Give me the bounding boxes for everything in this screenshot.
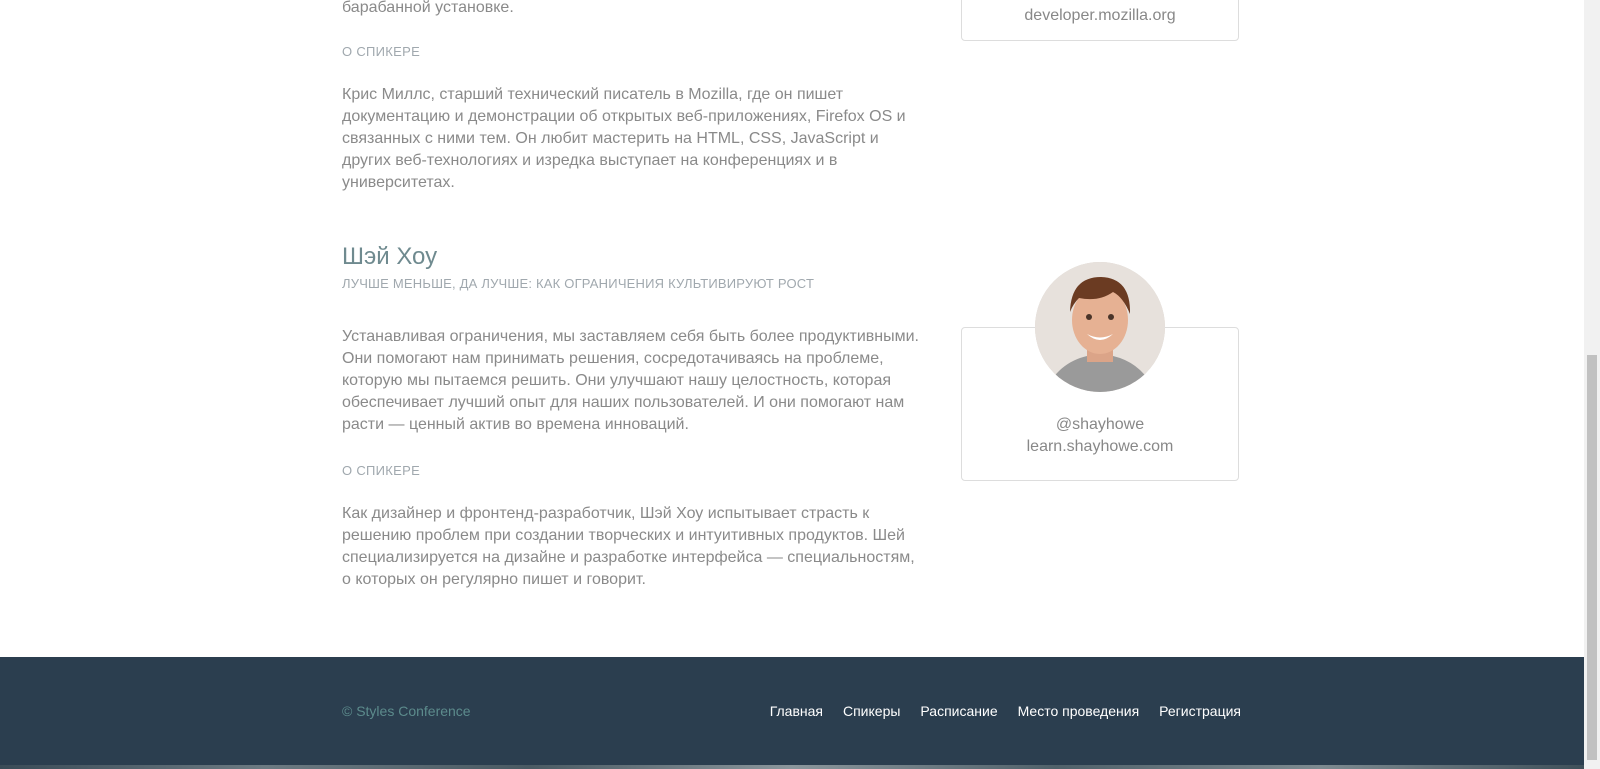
footer-nav-speakers[interactable]: Спикеры — [843, 703, 900, 719]
speaker2-header: Шэй Хоу ЛУЧШЕ МЕНЬШЕ, ДА ЛУЧШЕ: КАК ОГРА… — [342, 243, 922, 295]
speaker-photo-icon — [1035, 262, 1165, 392]
speaker2-site-link[interactable]: learn.shayhowe.com — [962, 436, 1238, 458]
speaker2-talk-title: ЛУЧШЕ МЕНЬШЕ, ДА ЛУЧШЕ: КАК ОГРАНИЧЕНИЯ … — [342, 276, 815, 291]
speaker1-about-label: О СПИКЕРЕ — [342, 44, 421, 59]
footer-nav-schedule[interactable]: Расписание — [920, 703, 997, 719]
speaker1-about: Крис Миллс, старший технический писатель… — [342, 84, 922, 194]
speaker2-name: Шэй Хоу — [342, 243, 438, 270]
scrollbar-thumb[interactable] — [1587, 355, 1597, 760]
footer-nav: Главная Спикеры Расписание Место проведе… — [770, 703, 1241, 719]
footer-nav-home[interactable]: Главная — [770, 703, 823, 719]
speaker2-avatar — [1035, 262, 1165, 392]
speaker1-card-link[interactable]: developer.mozilla.org — [962, 5, 1238, 27]
speaker1-card: developer.mozilla.org — [961, 0, 1239, 41]
vertical-scrollbar[interactable] — [1584, 0, 1600, 769]
speaker2-about-text: Как дизайнер и фронтенд-разработчик, Шэй… — [342, 505, 915, 588]
speaker2-about: Как дизайнер и фронтенд-разработчик, Шэй… — [342, 503, 922, 591]
footer-nav-register[interactable]: Регистрация — [1159, 703, 1241, 719]
speaker1-about-text: Крис Миллс, старший технический писатель… — [342, 86, 906, 191]
speaker2-about-label: О СПИКЕРЕ — [342, 463, 421, 478]
footer-copyright: © Styles Conference — [342, 703, 471, 719]
speaker2-description-text: Устанавливая ограничения, мы заставляем … — [342, 328, 919, 433]
speaker1-description-text: барабанной установке. — [342, 0, 514, 16]
footer-image-strip — [0, 765, 1584, 769]
site-footer: © Styles Conference Главная Спикеры Расп… — [0, 657, 1584, 769]
page-viewport: барабанной установке. О СПИКЕРЕ Крис Мил… — [0, 0, 1584, 769]
footer-nav-venue[interactable]: Место проведения — [1018, 703, 1140, 719]
speaker1-description-tail: барабанной установке. — [342, 0, 922, 19]
speaker2-handle[interactable]: @shayhowe — [962, 414, 1238, 436]
speaker2-description: Устанавливая ограничения, мы заставляем … — [342, 326, 922, 436]
